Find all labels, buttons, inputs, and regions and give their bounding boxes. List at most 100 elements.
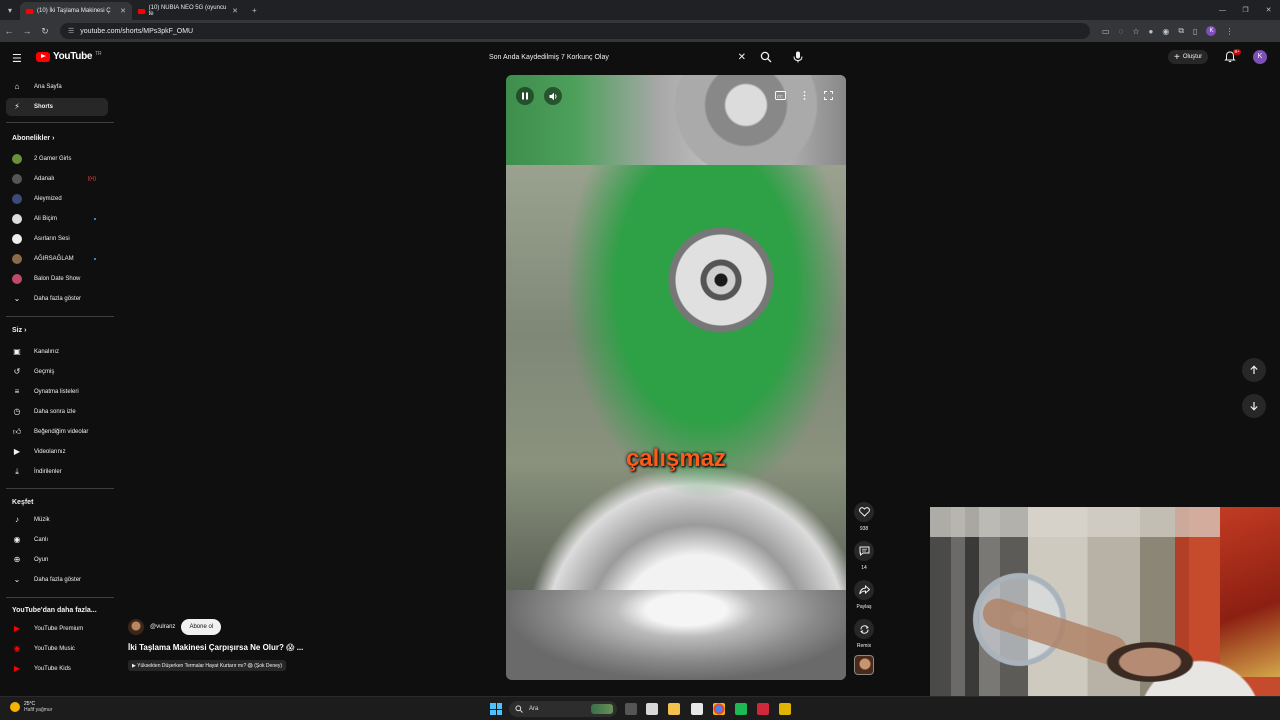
remix-button[interactable] — [854, 619, 874, 639]
url-text: youtube.com/shorts/MPs3pkF_OMU — [80, 27, 194, 35]
share-arrow-icon — [858, 585, 870, 595]
sidebar-item-label: Asırların Sesi — [34, 236, 70, 242]
sidebar-show-more[interactable]: ⌄ Daha fazla göster — [6, 571, 108, 589]
app-icon[interactable] — [757, 703, 769, 715]
restore-icon[interactable]: ❐ — [1234, 6, 1257, 14]
mute-button[interactable] — [544, 87, 562, 105]
task-view-icon[interactable] — [625, 703, 637, 715]
divider — [6, 597, 114, 598]
notes-app-icon[interactable] — [691, 703, 703, 715]
related-video-chip[interactable]: ▶ Yüksekten Düşerken Termalar Hayat Kurt… — [128, 660, 287, 671]
tab-search-button[interactable]: ▾ — [0, 6, 20, 15]
sidebar-item-downloads[interactable]: ⤓ İndirilenler — [6, 463, 108, 481]
video-frame-grinders — [506, 165, 846, 590]
subscriptions-header[interactable]: Abonelikler › — [12, 135, 54, 142]
sidebar-item-subscription[interactable]: Ali Biçim — [6, 210, 108, 228]
sidebar-item-subscription[interactable]: Aleymized — [6, 190, 108, 208]
forward-icon[interactable]: → — [18, 26, 36, 36]
search-query: Son Anda Kaydedilmiş 7 Korkunç Olay — [489, 53, 609, 61]
subscribe-button[interactable]: Abone ol — [181, 619, 222, 635]
sidebar-item-subscription[interactable]: Adanalı ((•)) — [6, 170, 108, 188]
tab-close-icon[interactable]: ✕ — [120, 7, 126, 15]
youtube-logo[interactable]: YouTube TR — [36, 51, 102, 62]
channel-handle[interactable]: @vulranz — [150, 624, 175, 630]
clear-search-icon[interactable]: ✕ — [738, 52, 746, 63]
more-options-button[interactable] — [797, 88, 811, 102]
next-short-button[interactable] — [1242, 394, 1266, 418]
sidebar-item-youtube-premium[interactable]: ▶ YouTube Premium — [6, 620, 108, 638]
widgets-icon[interactable] — [646, 703, 658, 715]
sidebar-item-watch-later[interactable]: ◷ Daha sonra izle — [6, 403, 108, 421]
taskbar-search-input[interactable]: Ara — [509, 701, 617, 717]
browser-tab-bar: ▾ (10) İki Taşlama Makinesi Ç ✕ (10) NUB… — [0, 0, 1280, 20]
sidebar-item-history[interactable]: ↺ Geçmiş — [6, 363, 108, 381]
video-icon: ▶ — [13, 447, 21, 456]
sidebar-item-subscription[interactable]: AĞIRSAĞLAM — [6, 250, 108, 268]
tab-inactive[interactable]: (10) NUBIA NEO 5G (oyuncu te ✕ — [132, 2, 244, 20]
search-icon — [515, 705, 523, 713]
file-explorer-icon[interactable] — [668, 703, 680, 715]
sidebar-item-gaming[interactable]: ⊕ Oyun — [6, 551, 108, 569]
sidebar-item-your-channel[interactable]: ▣ Kanalınız — [6, 343, 108, 361]
sidebar-item-your-videos[interactable]: ▶ Videolarınız — [6, 443, 108, 461]
you-header[interactable]: Siz › — [12, 327, 26, 334]
extension-icon[interactable]: ◉ — [1162, 27, 1169, 36]
sidebar-item-subscription[interactable]: 2 Gamer Girls — [6, 150, 108, 168]
sidebar-item-youtube-music[interactable]: ◉ YouTube Music — [6, 640, 108, 658]
eye-off-icon[interactable]: ◌ — [1119, 27, 1124, 36]
heart-icon — [858, 507, 870, 517]
sidebar-item-subscription[interactable]: Asırların Sesi — [6, 230, 108, 248]
fullscreen-button[interactable] — [821, 88, 835, 102]
sidebar-item-subscription[interactable]: Balon Date Show — [6, 270, 108, 288]
notification-badge: 9+ — [1233, 49, 1242, 55]
profile-avatar[interactable]: K — [1206, 26, 1217, 36]
windows-start-icon[interactable] — [490, 703, 502, 715]
channel-avatar[interactable] — [128, 619, 144, 635]
sidepanel-icon[interactable]: ▯ — [1193, 27, 1197, 36]
back-icon[interactable]: ← — [0, 26, 18, 36]
sidebar-item-home[interactable]: ⌂ Ana Sayfa — [6, 78, 108, 96]
share-button[interactable] — [854, 580, 874, 600]
site-info-icon[interactable]: ☰ — [68, 27, 74, 35]
bookmark-star-icon[interactable]: ☆ — [1132, 27, 1139, 36]
new-tab-button[interactable]: + — [244, 6, 265, 15]
tab-close-icon[interactable]: ✕ — [232, 7, 238, 15]
url-input[interactable]: ☰ youtube.com/shorts/MPs3pkF_OMU — [60, 23, 1090, 39]
sidebar-show-more[interactable]: ⌄ Daha fazla göster — [6, 290, 108, 308]
previous-short-button[interactable] — [1242, 358, 1266, 382]
app-icon[interactable] — [779, 703, 791, 715]
tab-active[interactable]: (10) İki Taşlama Makinesi Ç ✕ — [20, 2, 133, 20]
sidebar-item-playlists[interactable]: ≡ Oynatma listeleri — [6, 383, 108, 401]
sidebar-item-label: YouTube Kids — [34, 666, 71, 672]
reload-icon[interactable]: ↻ — [36, 26, 54, 37]
chrome-icon[interactable] — [713, 703, 725, 715]
create-button[interactable]: + Oluştur — [1168, 50, 1209, 64]
search-input[interactable]: Son Anda Kaydedilmiş 7 Korkunç Olay ✕ — [482, 47, 754, 67]
sound-avatar[interactable] — [854, 655, 874, 675]
divider — [6, 488, 114, 489]
account-avatar[interactable]: K — [1253, 50, 1267, 64]
cast-icon[interactable]: ▭ — [1102, 27, 1110, 36]
sidebar-item-liked-videos[interactable]: 👍︎ Beğendiğim videolar — [6, 423, 108, 441]
sidebar-item-live[interactable]: ◉ Canlı — [6, 531, 108, 549]
app-icon[interactable] — [735, 703, 747, 715]
hamburger-menu-icon[interactable]: ☰ — [12, 52, 22, 65]
extension-icon[interactable]: ● — [1149, 27, 1154, 36]
pause-button[interactable] — [516, 87, 534, 105]
sidebar-item-shorts[interactable]: ⚡ Shorts — [6, 98, 108, 116]
puzzle-icon[interactable]: ⧉ — [1178, 26, 1184, 36]
sidebar-item-music[interactable]: ♪ Müzik — [6, 511, 108, 529]
remix-label: Remix — [856, 643, 872, 649]
search-button[interactable] — [757, 47, 775, 67]
voice-search-button[interactable] — [789, 47, 807, 67]
menu-kebab-icon[interactable]: ⋮ — [1225, 27, 1233, 36]
captions-button[interactable]: CC — [773, 88, 787, 102]
weather-widget[interactable]: 25°C Hafif yağmur — [10, 701, 52, 713]
shorts-video-player[interactable]: çalışmaz CC — [506, 75, 846, 680]
minimize-icon[interactable]: — — [1211, 7, 1234, 14]
like-button[interactable] — [854, 502, 874, 522]
close-window-icon[interactable]: ✕ — [1257, 6, 1280, 14]
sidebar-item-youtube-kids[interactable]: ▶ YouTube Kids — [6, 660, 108, 678]
comments-button[interactable] — [854, 541, 874, 561]
video-title[interactable]: İki Taşlama Makinesi Çarpışırsa Ne Olur?… — [128, 643, 303, 652]
